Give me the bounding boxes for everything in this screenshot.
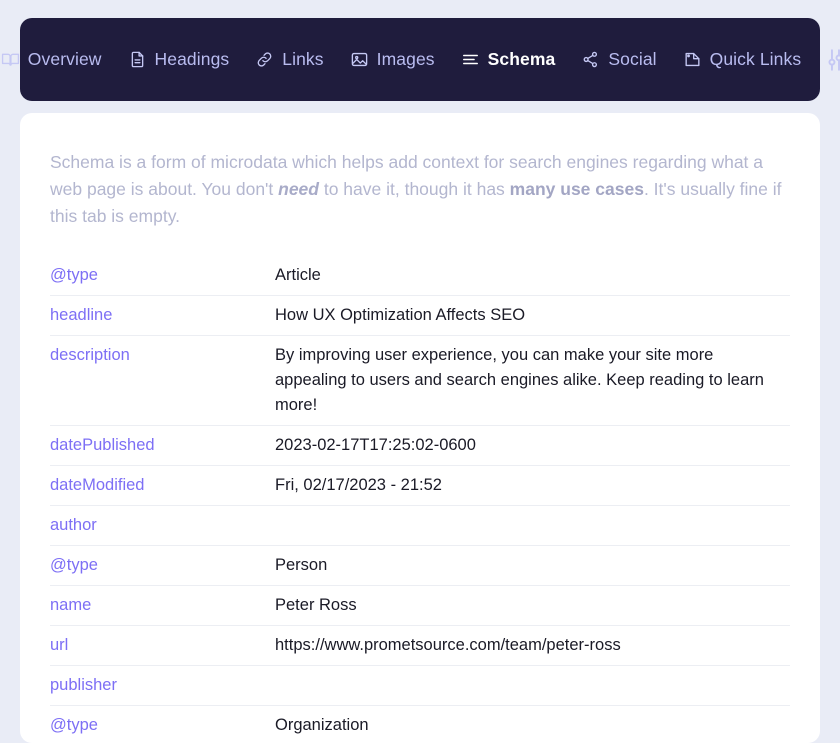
schema-row: author [50, 506, 790, 546]
list-lines-icon [461, 50, 480, 69]
schema-key: description [50, 346, 130, 364]
schema-row: headline How UX Optimization Affects SEO [50, 296, 790, 336]
schema-value: Peter Ross [275, 596, 357, 614]
schema-key: datePublished [50, 436, 155, 454]
schema-row: dateModified Fri, 02/17/2023 - 21:52 [50, 466, 790, 506]
nav-tab-links[interactable]: Links [242, 43, 336, 76]
nav-tab-headings[interactable]: Headings [115, 43, 243, 76]
schema-panel: Schema is a form of microdata which help… [20, 113, 820, 743]
schema-key: name [50, 596, 92, 614]
schema-value: Person [275, 556, 328, 574]
schema-row: url https://www.prometsource.com/team/pet… [50, 626, 790, 666]
schema-value: https://www.prometsource.com/team/peter-… [275, 636, 621, 654]
nav-tab-label: Links [282, 49, 324, 69]
schema-key: url [50, 636, 69, 654]
schema-key: @type [50, 716, 98, 734]
image-icon [350, 50, 369, 69]
nav-tab-label: Quick Links [709, 49, 802, 69]
schema-value [275, 666, 790, 706]
nav-tab-label: Schema [487, 49, 556, 69]
nav-tab-social[interactable]: Social [568, 43, 669, 76]
schema-row: name Peter Ross [50, 586, 790, 626]
schema-value: Article [275, 266, 321, 284]
app-root: Overview Headings Links Images Schema Social Q… [0, 18, 840, 743]
nav-tab-schema[interactable]: Schema [448, 43, 569, 76]
intro-strong: many use cases [509, 179, 644, 199]
schema-key: headline [50, 306, 113, 324]
schema-value: Fri, 02/17/2023 - 21:52 [275, 476, 442, 494]
schema-value: How UX Optimization Affects SEO [275, 306, 526, 324]
intro-part-2: to have it, though it has [318, 179, 510, 199]
schema-value [275, 506, 790, 546]
schema-value: 2023-02-17T17:25:02-0600 [275, 436, 476, 454]
schema-row: publisher [50, 666, 790, 706]
schema-row: @type Article [50, 256, 790, 296]
sliders-icon[interactable] [826, 45, 840, 75]
link-icon [255, 50, 274, 69]
nav-tab-overview[interactable]: Overview [0, 43, 115, 76]
share-icon [581, 50, 600, 69]
nav-tab-quick-links[interactable]: Quick Links [670, 43, 815, 76]
nav-tab-label: Images [376, 49, 435, 69]
schema-key: @type [50, 556, 98, 574]
schema-table: @type Article headline How UX Optimization … [50, 256, 790, 743]
page-fold-icon [683, 50, 702, 69]
book-icon [1, 50, 20, 69]
schema-row: @type Person [50, 546, 790, 586]
schema-key: author [50, 516, 97, 534]
nav-tab-images[interactable]: Images [337, 43, 448, 76]
nav-tab-label: Overview [27, 49, 102, 69]
schema-key: @type [50, 266, 98, 284]
schema-value: Organization [275, 716, 369, 734]
schema-key: publisher [50, 676, 117, 694]
schema-row: @type Organization [50, 706, 790, 743]
schema-row: description By improving user experience,… [50, 336, 790, 426]
schema-row: datePublished 2023-02-17T17:25:02-0600 [50, 426, 790, 466]
main-navigation: Overview Headings Links Images Schema Social Q… [1, 18, 840, 101]
nav-tab-label: Headings [154, 49, 230, 69]
schema-key: dateModified [50, 476, 145, 494]
schema-value: By improving user experience, you can ma… [275, 346, 764, 414]
document-icon [128, 50, 147, 69]
schema-intro-text: Schema is a form of microdata which help… [50, 149, 790, 230]
intro-emphasis: need [278, 179, 319, 199]
nav-tab-label: Social [608, 49, 657, 69]
